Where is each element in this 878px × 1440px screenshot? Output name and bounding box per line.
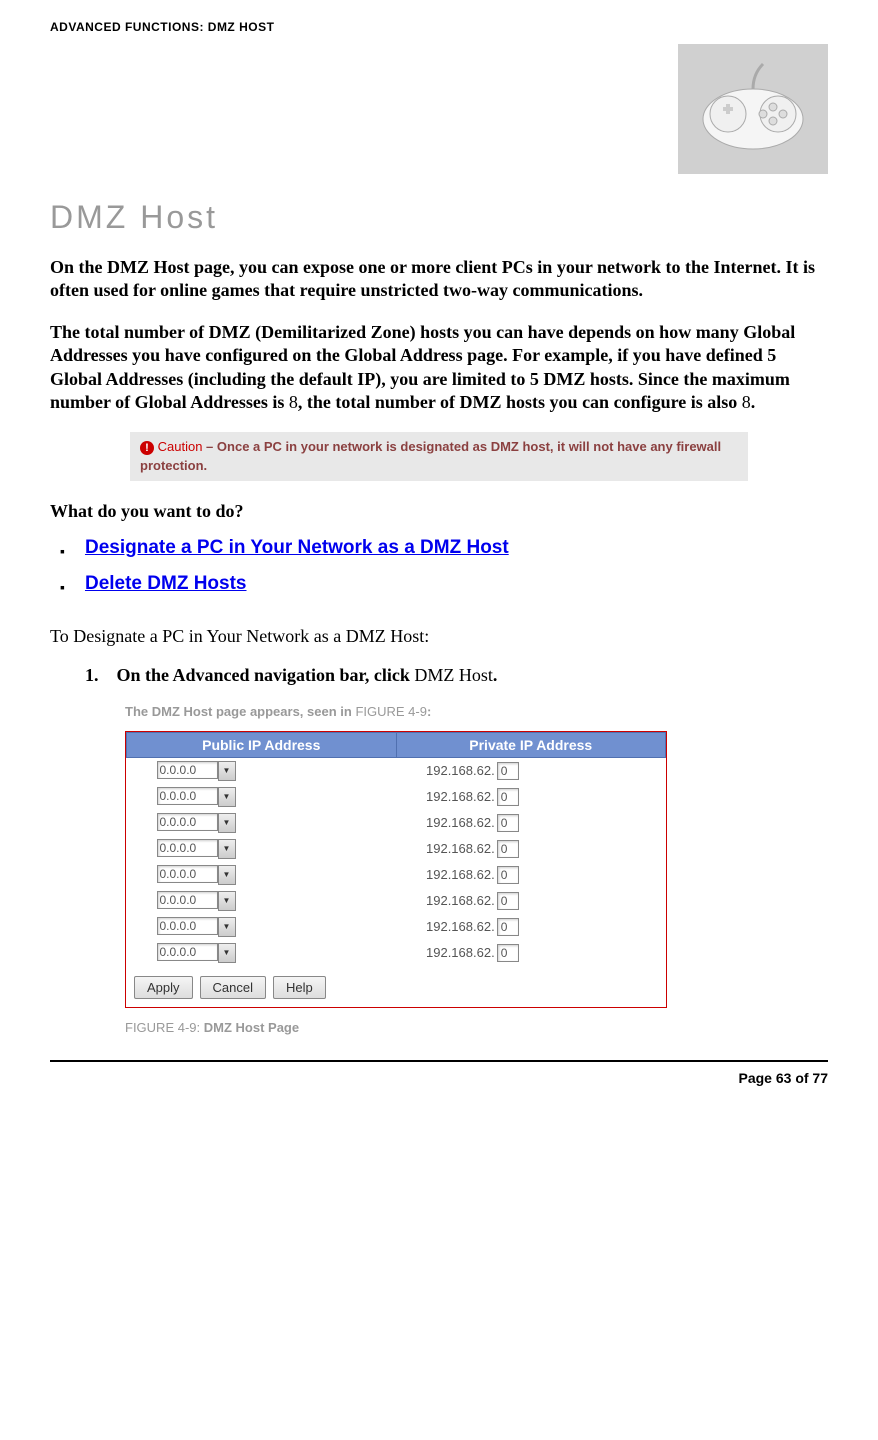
bullet-icon: ▪ (60, 537, 65, 565)
private-ip-prefix: 192.168.62. (426, 815, 495, 830)
page-header: ADVANCED FUNCTIONS: DMZ HOST (50, 20, 828, 34)
list-item: ▪ Delete DMZ Hosts (60, 573, 828, 601)
section-subheading: To Designate a PC in Your Network as a D… (50, 626, 828, 647)
table-row: 0.0.0.0▼ 192.168.62.0 (127, 836, 666, 862)
private-ip-prefix: 192.168.62. (426, 789, 495, 804)
caution-label: Caution (158, 439, 203, 454)
table-row: 0.0.0.0▼ 192.168.62.0 (127, 888, 666, 914)
link-delete-dmz[interactable]: Delete DMZ Hosts (85, 573, 247, 595)
private-ip-prefix: 192.168.62. (426, 945, 495, 960)
caution-box: ! Caution – Once a PC in your network is… (130, 432, 748, 480)
bullet-icon: ▪ (60, 573, 65, 601)
gamepad-icon (693, 59, 813, 159)
private-ip-prefix: 192.168.62. (426, 841, 495, 856)
page-footer: Page 63 of 77 (50, 1060, 828, 1086)
column-private-ip: Private IP Address (396, 732, 666, 757)
paragraph-1: On the DMZ Host page, you can expose one… (50, 256, 828, 303)
paragraph-2: The total number of DMZ (Demilitarized Z… (50, 321, 828, 415)
public-ip-select[interactable]: 0.0.0.0 (157, 891, 218, 909)
figure-intro: The DMZ Host page appears, seen in FIGUR… (125, 704, 828, 719)
column-public-ip: Public IP Address (127, 732, 397, 757)
dmz-table: Public IP Address Private IP Address 0.0… (126, 732, 666, 966)
chevron-down-icon[interactable]: ▼ (218, 839, 236, 859)
private-ip-prefix: 192.168.62. (426, 893, 495, 908)
table-row: 0.0.0.0▼ 192.168.62.0 (127, 940, 666, 966)
chevron-down-icon[interactable]: ▼ (218, 943, 236, 963)
public-ip-select[interactable]: 0.0.0.0 (157, 865, 218, 883)
apply-button[interactable]: Apply (134, 976, 193, 999)
question-heading: What do you want to do? (50, 501, 828, 522)
private-ip-input[interactable]: 0 (497, 866, 519, 884)
table-row: 0.0.0.0▼ 192.168.62.0 (127, 757, 666, 784)
step-text: On the Advanced navigation bar, click DM… (117, 665, 498, 686)
chevron-down-icon[interactable]: ▼ (218, 813, 236, 833)
private-ip-input[interactable]: 0 (497, 814, 519, 832)
link-designate-pc[interactable]: Designate a PC in Your Network as a DMZ … (85, 537, 509, 559)
figure-area: Public IP Address Private IP Address 0.0… (125, 731, 828, 1035)
caution-icon: ! (140, 441, 154, 455)
caution-text: Once a PC in your network is designated … (140, 439, 721, 472)
controller-illustration (678, 44, 828, 174)
button-row: Apply Cancel Help (126, 966, 666, 1007)
private-ip-input[interactable]: 0 (497, 840, 519, 858)
private-ip-input[interactable]: 0 (497, 918, 519, 936)
public-ip-select[interactable]: 0.0.0.0 (157, 839, 218, 857)
table-row: 0.0.0.0▼ 192.168.62.0 (127, 810, 666, 836)
table-row: 0.0.0.0▼ 192.168.62.0 (127, 862, 666, 888)
link-list: ▪ Designate a PC in Your Network as a DM… (60, 537, 828, 601)
private-ip-input[interactable]: 0 (497, 892, 519, 910)
public-ip-select[interactable]: 0.0.0.0 (157, 813, 218, 831)
table-row: 0.0.0.0▼ 192.168.62.0 (127, 914, 666, 940)
private-ip-prefix: 192.168.62. (426, 867, 495, 882)
public-ip-select[interactable]: 0.0.0.0 (157, 943, 218, 961)
step-number: 1. (85, 665, 99, 686)
private-ip-input[interactable]: 0 (497, 762, 519, 780)
figure-caption: FIGURE 4-9: DMZ Host Page (125, 1020, 828, 1035)
step-1: 1. On the Advanced navigation bar, click… (85, 665, 828, 686)
public-ip-select[interactable]: 0.0.0.0 (157, 917, 218, 935)
chevron-down-icon[interactable]: ▼ (218, 761, 236, 781)
private-ip-prefix: 192.168.62. (426, 763, 495, 778)
private-ip-input[interactable]: 0 (497, 788, 519, 806)
private-ip-prefix: 192.168.62. (426, 919, 495, 934)
table-row: 0.0.0.0▼ 192.168.62.0 (127, 784, 666, 810)
list-item: ▪ Designate a PC in Your Network as a DM… (60, 537, 828, 565)
public-ip-select[interactable]: 0.0.0.0 (157, 761, 218, 779)
page-title: DMZ Host (50, 199, 828, 236)
chevron-down-icon[interactable]: ▼ (218, 891, 236, 911)
chevron-down-icon[interactable]: ▼ (218, 917, 236, 937)
private-ip-input[interactable]: 0 (497, 944, 519, 962)
dmz-table-container: Public IP Address Private IP Address 0.0… (125, 731, 667, 1008)
chevron-down-icon[interactable]: ▼ (218, 865, 236, 885)
cancel-button[interactable]: Cancel (200, 976, 266, 999)
chevron-down-icon[interactable]: ▼ (218, 787, 236, 807)
help-button[interactable]: Help (273, 976, 326, 999)
public-ip-select[interactable]: 0.0.0.0 (157, 787, 218, 805)
